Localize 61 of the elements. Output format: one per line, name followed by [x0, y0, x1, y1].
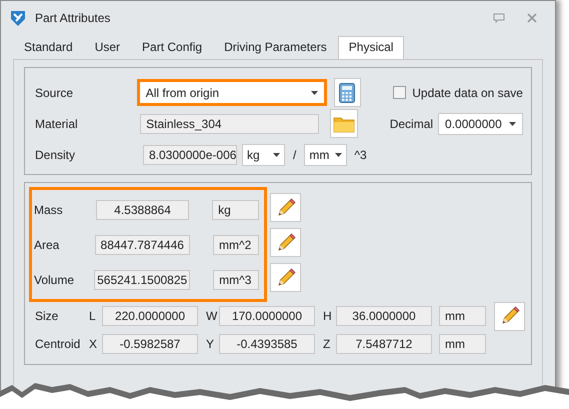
tab[interactable]: User [84, 36, 132, 59]
value-field: 7.5487712 [336, 334, 432, 354]
axis-label: Z [323, 337, 332, 351]
app-logo-icon [9, 9, 27, 27]
value-field: 170.0000000 [219, 306, 315, 326]
edit-button[interactable] [270, 228, 301, 257]
value-field: 4.5388864 [96, 200, 190, 220]
source-dropdown[interactable]: All from origin [136, 79, 327, 106]
decimal-dropdown[interactable]: 0.0000000 [438, 112, 524, 134]
value-field: 220.0000000 [102, 306, 198, 326]
value-field: 88447.7874446 [94, 234, 190, 254]
caret-icon [273, 152, 280, 156]
edit-button[interactable] [494, 302, 525, 330]
field-label: Source [35, 86, 74, 100]
unit-field: mm [439, 306, 486, 326]
pencil-icon [276, 198, 296, 218]
exponent-text: ^3 [354, 148, 367, 162]
folder-icon [333, 114, 356, 132]
axis-label: L [89, 309, 97, 323]
calculator-button[interactable] [334, 78, 362, 107]
density-field[interactable]: 8.0300000e-006 [143, 144, 237, 164]
tab[interactable]: Part Config [131, 36, 214, 59]
axis-label: Y [206, 337, 216, 351]
edit-button[interactable] [270, 193, 301, 222]
material-field[interactable]: Stainless_304 [140, 114, 320, 134]
caret-icon [509, 122, 516, 126]
tab[interactable]: Standard [13, 36, 84, 59]
edit-button[interactable] [270, 263, 301, 292]
field-label: Area [34, 238, 60, 252]
update-checkbox[interactable]: Update data on save [393, 86, 523, 100]
caret-icon [335, 152, 342, 156]
axis-label: X [89, 337, 98, 351]
field-label: Size [35, 309, 60, 323]
pencil-icon [276, 232, 296, 252]
axis-label: H [323, 309, 333, 323]
pencil-icon [500, 306, 520, 326]
field-label: Centroid [35, 337, 82, 351]
value-field: -0.4393585 [219, 334, 315, 354]
tab[interactable]: Driving Parameters [213, 36, 338, 59]
length-unit-dropdown[interactable]: mm [304, 144, 348, 166]
unit-field: mm^2 [212, 234, 259, 254]
tab[interactable]: Physical [338, 36, 404, 59]
mass-unit-dropdown[interactable]: kg [242, 144, 285, 166]
unit-field: kg [212, 200, 259, 220]
value-field: -0.5982587 [102, 334, 198, 354]
pencil-icon [276, 268, 296, 288]
window-title: Part Attributes [35, 11, 110, 25]
calculator-icon [339, 82, 356, 102]
separator-text: / [293, 148, 296, 162]
field-label: Density [35, 148, 76, 162]
value-field: 565241.1500825 [94, 270, 190, 290]
unit-field: mm^3 [213, 270, 259, 290]
value-field: 36.0000000 [336, 306, 432, 326]
browse-button[interactable] [330, 109, 358, 138]
field-label: Decimal [390, 116, 434, 130]
unit-field: mm [439, 334, 486, 354]
field-label: Volume [34, 272, 76, 286]
field-label: Mass [34, 202, 64, 216]
axis-label: W [206, 309, 218, 323]
field-label: Material [35, 116, 79, 130]
caret-icon [310, 90, 318, 94]
